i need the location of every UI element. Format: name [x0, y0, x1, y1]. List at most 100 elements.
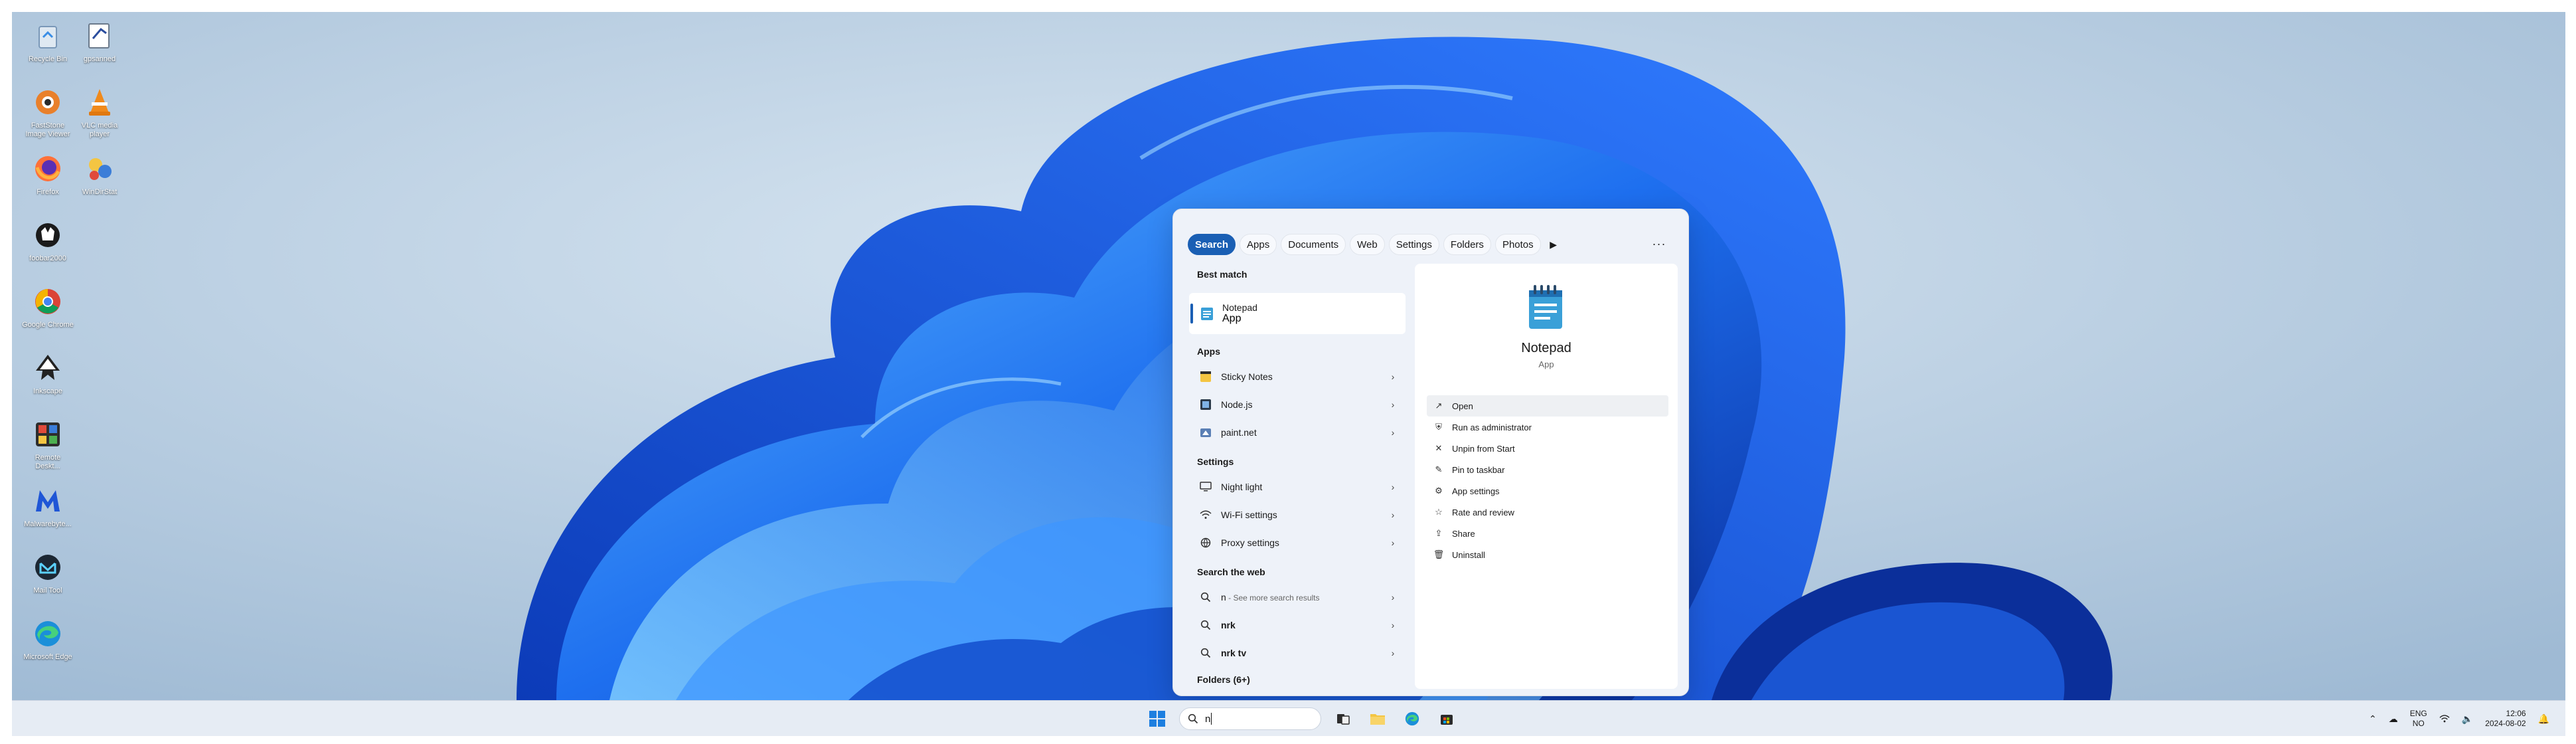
action-label: Share — [1452, 528, 1475, 539]
web-see-more-label: - See more search results — [1226, 593, 1320, 603]
filter-tab-web[interactable]: Web — [1350, 234, 1385, 255]
folders-heading: Folders (6+) — [1197, 674, 1250, 685]
clock[interactable]: 12:06 2024-08-02 — [2485, 709, 2526, 729]
action-share[interactable]: ⇪ Share — [1427, 523, 1668, 544]
detail-app-type: App — [1538, 359, 1554, 369]
result-item-night-light[interactable]: Night light › — [1189, 474, 1406, 500]
result-item-sticky-notes[interactable]: Sticky Notes › — [1189, 363, 1406, 390]
detail-app-name: Notepad — [1521, 341, 1571, 355]
desktop-icon-chrome[interactable]: Google Chrome — [22, 284, 74, 329]
desktop-icon-edge[interactable]: Microsoft Edge — [22, 616, 74, 662]
more-options-button[interactable]: ··· — [1649, 233, 1670, 254]
chrome-icon — [35, 289, 60, 314]
taskbar-app-file-explorer[interactable] — [1365, 706, 1390, 731]
taskbar-app-edge[interactable] — [1400, 706, 1425, 731]
action-label: Rate and review — [1452, 507, 1514, 517]
windows-start-button[interactable] — [1145, 706, 1170, 731]
globe-icon — [1198, 535, 1213, 550]
chevron-right-icon[interactable]: › — [1386, 427, 1400, 438]
shield-icon: ⛨ — [1435, 422, 1442, 432]
desktop-icon-label: Inkscape — [33, 387, 63, 395]
desktop-icon-faststone[interactable]: FastStone Image Viewer — [22, 85, 74, 139]
desktop-icon-label: Firefox — [37, 188, 59, 196]
desktop-icon-label: gpsanned — [83, 55, 116, 63]
desktop-icon-gpsanned[interactable]: gpsanned — [74, 19, 125, 64]
action-open[interactable]: ↗ Open — [1427, 395, 1668, 417]
monitor-icon — [1198, 480, 1213, 494]
open-external-icon: ↗ — [1435, 401, 1443, 411]
action-rate-and-review[interactable]: ☆ Rate and review — [1427, 502, 1668, 523]
apps-heading: Apps — [1197, 346, 1220, 357]
taskbar-search-input[interactable]: n — [1179, 707, 1321, 730]
result-detail-pane: Notepad App ↗ Open ⛨ Run as administrato… — [1415, 264, 1678, 689]
action-run-as-administrator[interactable]: ⛨ Run as administrator — [1427, 417, 1668, 438]
taskbar-center: n — [1145, 706, 1459, 731]
action-label: App settings — [1452, 486, 1500, 496]
desktop-icon-recycle-bin[interactable]: Recycle Bin — [22, 19, 74, 64]
result-item-wifi-settings[interactable]: Wi-Fi settings › — [1189, 502, 1406, 528]
desktop-icon-mail-tool[interactable]: Mail Tool — [22, 550, 74, 595]
desktop-icon-firefox[interactable]: Firefox — [22, 151, 74, 197]
chevron-right-icon[interactable]: › — [1386, 648, 1400, 658]
result-item-proxy-settings[interactable]: Proxy settings › — [1189, 529, 1406, 556]
wifi-icon[interactable] — [2439, 714, 2450, 723]
chevron-right-icon[interactable]: › — [1386, 399, 1400, 410]
filter-tab-photos[interactable]: Photos — [1494, 234, 1541, 255]
filter-tab-apps[interactable]: Apps — [1240, 234, 1277, 255]
action-label: Uninstall — [1452, 549, 1485, 560]
language-indicator[interactable]: ENG NO — [2410, 709, 2427, 729]
filter-tab-search[interactable]: Search — [1188, 234, 1236, 255]
filter-tab-folders[interactable]: Folders — [1443, 234, 1491, 255]
inkscape-icon — [36, 355, 60, 380]
store-icon — [1441, 715, 1453, 725]
chevron-right-icon[interactable]: › — [1386, 537, 1400, 548]
chevron-right-icon[interactable]: › — [1386, 592, 1400, 603]
action-app-settings[interactable]: ⚙ App settings — [1427, 480, 1668, 502]
desktop-icon-label: Recycle Bin — [28, 55, 68, 63]
desktop-icon-label: VLC media player — [81, 122, 118, 138]
action-unpin-from-start[interactable]: ✕ Unpin from Start — [1427, 438, 1668, 459]
start-search-panel: Search Apps Documents Web Settings Folde… — [1172, 209, 1689, 696]
selection-accent — [1190, 304, 1193, 324]
filter-tab-documents[interactable]: Documents — [1281, 234, 1346, 255]
chevron-right-icon[interactable]: › — [1386, 510, 1400, 520]
action-uninstall[interactable]: 🗑 Uninstall — [1427, 544, 1668, 565]
remote-desktop-icon — [36, 422, 60, 446]
action-label: Run as administrator — [1452, 422, 1532, 432]
desktop-icon-remote-desktop[interactable]: Remote Deskt... — [22, 417, 74, 471]
desktop-icon-windirstat[interactable]: WinDirStat — [74, 151, 125, 197]
web-result-see-more[interactable]: n - See more search results › — [1189, 584, 1406, 610]
notification-bell-icon[interactable]: 🔔 — [2538, 713, 2549, 725]
result-label: Proxy settings — [1221, 537, 1279, 548]
desktop-icon-label: Mail Tool — [33, 587, 62, 595]
desktop-icon-vlc[interactable]: VLC media player — [74, 85, 125, 139]
best-match-heading: Best match — [1197, 269, 1248, 280]
filter-tab-settings[interactable]: Settings — [1388, 234, 1439, 255]
desktop-icon-malwarebytes[interactable]: Malwarebyte... — [22, 484, 74, 529]
action-pin-to-taskbar[interactable]: ✎ Pin to taskbar — [1427, 459, 1668, 480]
desktop-icon-label: WinDirStat — [82, 188, 118, 196]
best-match-item-notepad[interactable]: Notepad App — [1189, 293, 1406, 334]
edge-icon — [35, 621, 60, 646]
result-item-paint-net[interactable]: paint.net › — [1189, 419, 1406, 446]
chevron-right-icon[interactable]: › — [1386, 371, 1400, 382]
chevron-right-icon[interactable]: › — [1386, 482, 1400, 492]
taskbar-app-store[interactable] — [1434, 706, 1459, 731]
trash-icon: 🗑 — [1433, 549, 1445, 559]
result-item-nodejs[interactable]: Node.js › — [1189, 391, 1406, 418]
nodejs-icon — [1198, 397, 1213, 412]
settings-heading: Settings — [1197, 456, 1234, 467]
faststone-icon — [36, 90, 60, 114]
chevron-up-icon[interactable]: ⌃ — [2369, 713, 2377, 725]
web-result-nrk[interactable]: nrk › — [1189, 612, 1406, 638]
desktop-icon-foobar[interactable]: foobar2000 — [22, 218, 74, 263]
chevron-right-icon[interactable]: › — [1386, 620, 1400, 630]
play-icon[interactable]: ▶ — [1545, 234, 1562, 255]
web-result-nrk-tv[interactable]: nrk tv › — [1189, 640, 1406, 666]
result-label: Night light — [1221, 482, 1263, 492]
cloud-icon[interactable]: ☁ — [2389, 713, 2398, 725]
taskbar-app-task-view[interactable] — [1330, 706, 1356, 731]
speaker-icon[interactable]: 🔈 — [2462, 713, 2473, 725]
desktop-icon-inkscape[interactable]: Inkscape — [22, 351, 74, 396]
result-label: nrk tv — [1221, 648, 1247, 658]
